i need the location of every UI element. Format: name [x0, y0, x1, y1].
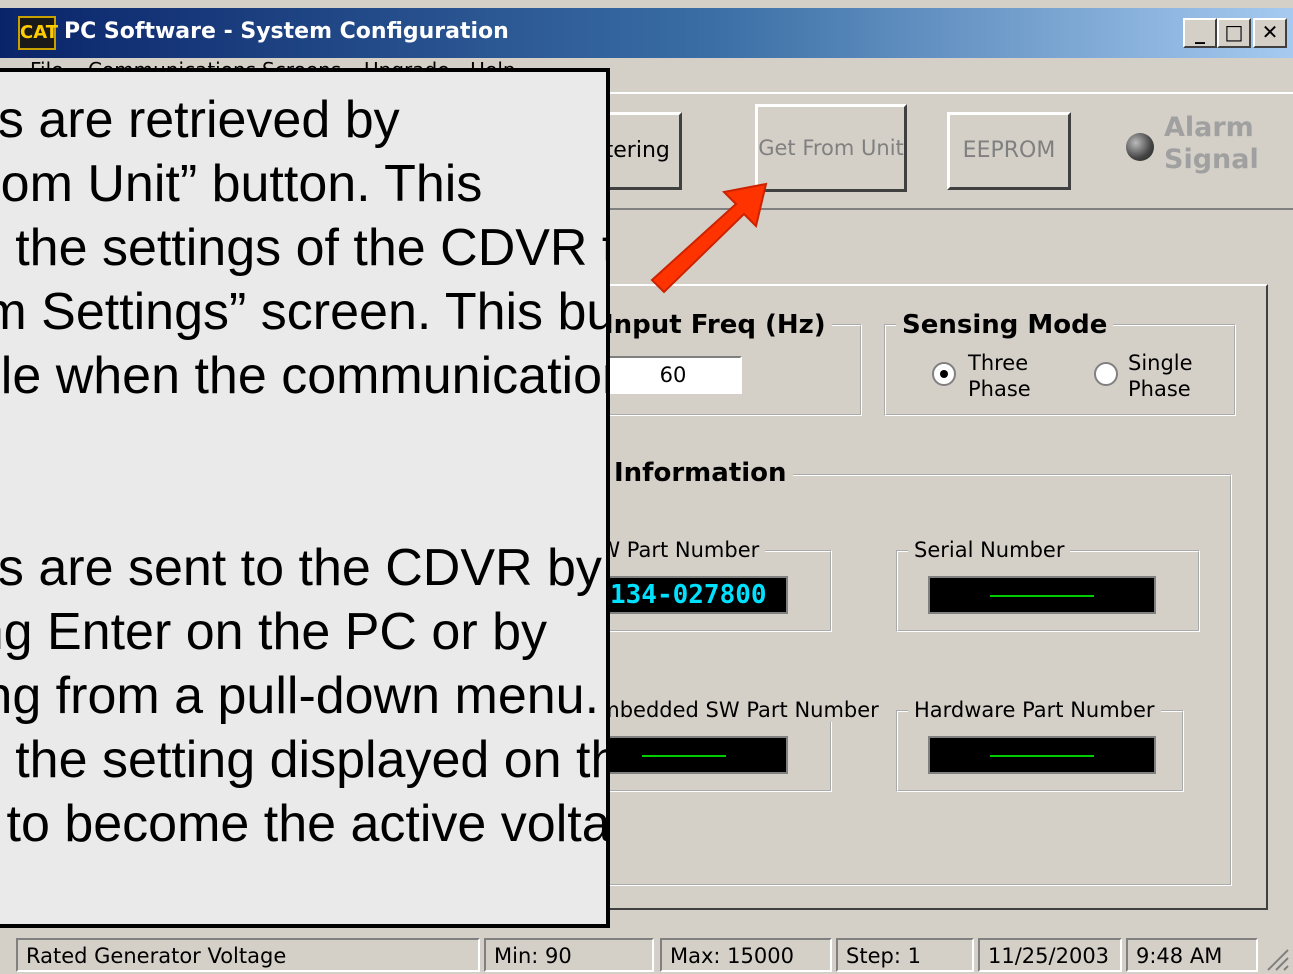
callout-text-box: Settings are retrieved by “Get From Unit… [0, 68, 610, 928]
status-step: Step: 1 [836, 938, 974, 972]
serial-number-label: Serial Number [908, 538, 1071, 562]
hardware-part-number-label: Hardware Part Number [908, 698, 1161, 722]
information-label: Information [608, 458, 793, 488]
alarm-label-line-2: Signal [1164, 144, 1259, 175]
callout-line-5: available when the communication is [0, 347, 610, 405]
callout-line-1: Settings are retrieved by [0, 91, 400, 149]
radio-selected-dot-icon [940, 370, 948, 378]
window-title: PC Software - System Configuration [64, 19, 509, 44]
hardware-part-number-display [928, 736, 1156, 774]
eeprom-button[interactable]: EEPROM [947, 112, 1071, 190]
get-from-unit-button[interactable]: Get From Unit [755, 104, 907, 192]
system-configuration-window: CAT PC Software - System Configuration _… [0, 0, 1293, 974]
single-phase-line-2: Phase [1128, 377, 1191, 401]
callout-line-6: Settings are sent to the CDVR by [0, 539, 602, 597]
callout-line-3: causes the settings of the CDVR to be [0, 219, 606, 277]
status-date: 11/25/2003 [978, 938, 1122, 972]
sensing-mode-label: Sensing Mode [896, 310, 1114, 340]
status-parameter: Rated Generator Voltage [16, 938, 480, 972]
callout-line-4: “System Settings” screen. This button [0, 283, 606, 341]
serial-number-display [928, 576, 1156, 614]
empty-value-line [990, 595, 1094, 597]
three-phase-label: Three Phase [968, 350, 1031, 402]
callout-line-10: screen to become the active voltage [6, 795, 610, 853]
three-phase-line-1: Three [968, 351, 1029, 375]
information-group [560, 474, 1232, 886]
input-freq-field[interactable]: 60 [604, 356, 742, 394]
embedded-sw-part-number-display [580, 736, 788, 774]
status-max: Max: 15000 [660, 938, 832, 972]
callout-line-9: causes the setting displayed on the [0, 731, 606, 789]
three-phase-line-2: Phase [968, 377, 1031, 401]
sw-part-number-display: 134-027800 [580, 576, 788, 614]
callout-line-2: “Get From Unit” button. This [0, 155, 483, 213]
cat-logo-icon: CAT [18, 16, 58, 50]
callout-line-7: pressing Enter on the PC or by [0, 603, 548, 661]
title-bar[interactable]: CAT PC Software - System Configuration _… [0, 8, 1293, 58]
three-phase-radio[interactable] [932, 362, 956, 386]
alarm-label-line-1: Alarm [1164, 112, 1254, 143]
single-phase-line-1: Single [1128, 351, 1193, 375]
embedded-sw-part-number-label: Embedded SW Part Number [580, 698, 885, 722]
minimize-button[interactable]: _ [1183, 18, 1217, 48]
resize-grip-icon[interactable] [1262, 944, 1290, 972]
input-freq-label: Input Freq (Hz) [598, 310, 832, 340]
maximize-button[interactable]: □ [1217, 18, 1251, 48]
status-time: 9:48 AM [1126, 938, 1258, 972]
empty-value-line [642, 755, 726, 757]
single-phase-label: Single Phase [1128, 350, 1193, 402]
status-min: Min: 90 [484, 938, 654, 972]
close-button[interactable]: ✕ [1253, 18, 1287, 48]
callout-line-8: selecting from a pull-down menu. This [0, 667, 600, 725]
empty-value-line [990, 755, 1094, 757]
status-bar: Rated Generator Voltage Min: 90 Max: 150… [0, 932, 1293, 974]
alarm-signal-label: Alarm Signal [1164, 112, 1259, 176]
single-phase-radio[interactable] [1094, 362, 1118, 386]
alarm-signal-led-icon [1126, 133, 1154, 161]
